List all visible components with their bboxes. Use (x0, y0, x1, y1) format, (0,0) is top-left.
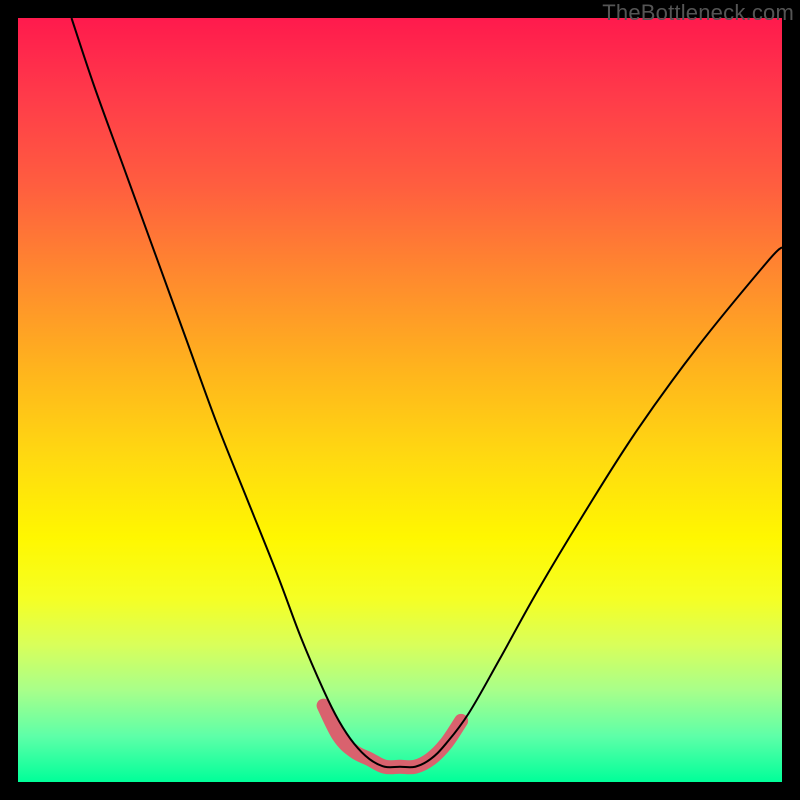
bottleneck-curve (71, 18, 782, 767)
watermark-text: TheBottleneck.com (602, 0, 794, 26)
chart-background-gradient (18, 18, 782, 782)
optimal-zone-highlight (324, 706, 462, 768)
chart-svg (18, 18, 782, 782)
